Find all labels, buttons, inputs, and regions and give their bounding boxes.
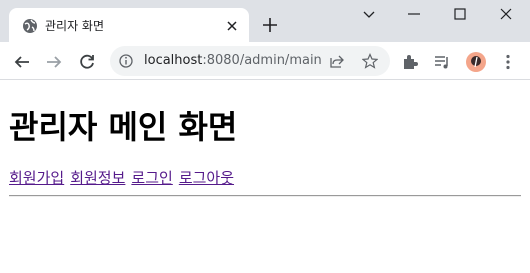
extensions-icon[interactable] <box>401 53 419 71</box>
url-path: :8080/admin/main <box>202 53 322 68</box>
globe-icon <box>23 19 37 33</box>
page-content: 관리자 메인 화면 회원가입 회원정보 로그인 로그아웃 <box>0 81 530 273</box>
url-text[interactable]: localhost:8080/admin/main <box>144 53 322 68</box>
page-title: 관리자 메인 화면 <box>9 108 238 146</box>
reload-button[interactable] <box>78 53 96 71</box>
browser-toolbar: localhost:8080/admin/main <box>0 42 530 80</box>
horizontal-rule <box>9 195 521 197</box>
new-tab-button[interactable] <box>262 17 278 33</box>
login-link[interactable]: 로그인 <box>131 169 172 187</box>
back-button[interactable] <box>13 53 31 71</box>
minimize-button[interactable] <box>406 6 422 22</box>
address-bar[interactable]: localhost:8080/admin/main <box>110 46 390 76</box>
close-tab-button[interactable] <box>224 18 240 34</box>
tab-search-button[interactable] <box>361 6 377 22</box>
logout-link[interactable]: 로그아웃 <box>179 169 234 187</box>
url-host: localhost <box>144 53 203 68</box>
signup-link[interactable]: 회원가입 <box>9 169 64 187</box>
share-icon[interactable] <box>329 53 345 69</box>
profile-icon <box>471 56 481 68</box>
site-info-icon[interactable] <box>119 54 133 68</box>
bookmark-star-icon[interactable] <box>362 53 378 69</box>
nav-links: 회원가입 회원정보 로그인 로그아웃 <box>9 167 240 188</box>
member-info-link[interactable]: 회원정보 <box>70 169 125 187</box>
maximize-button[interactable] <box>452 6 468 22</box>
media-queue-icon[interactable] <box>433 53 451 71</box>
browser-tab[interactable]: 관리자 화면 <box>9 8 249 42</box>
close-window-button[interactable] <box>498 6 514 22</box>
tab-title: 관리자 화면 <box>45 19 105 33</box>
close-icon <box>227 21 237 31</box>
more-menu-icon[interactable] <box>499 53 517 71</box>
forward-button[interactable] <box>45 53 63 71</box>
title-bar: 관리자 화면 <box>0 0 530 42</box>
profile-avatar[interactable] <box>466 52 486 72</box>
